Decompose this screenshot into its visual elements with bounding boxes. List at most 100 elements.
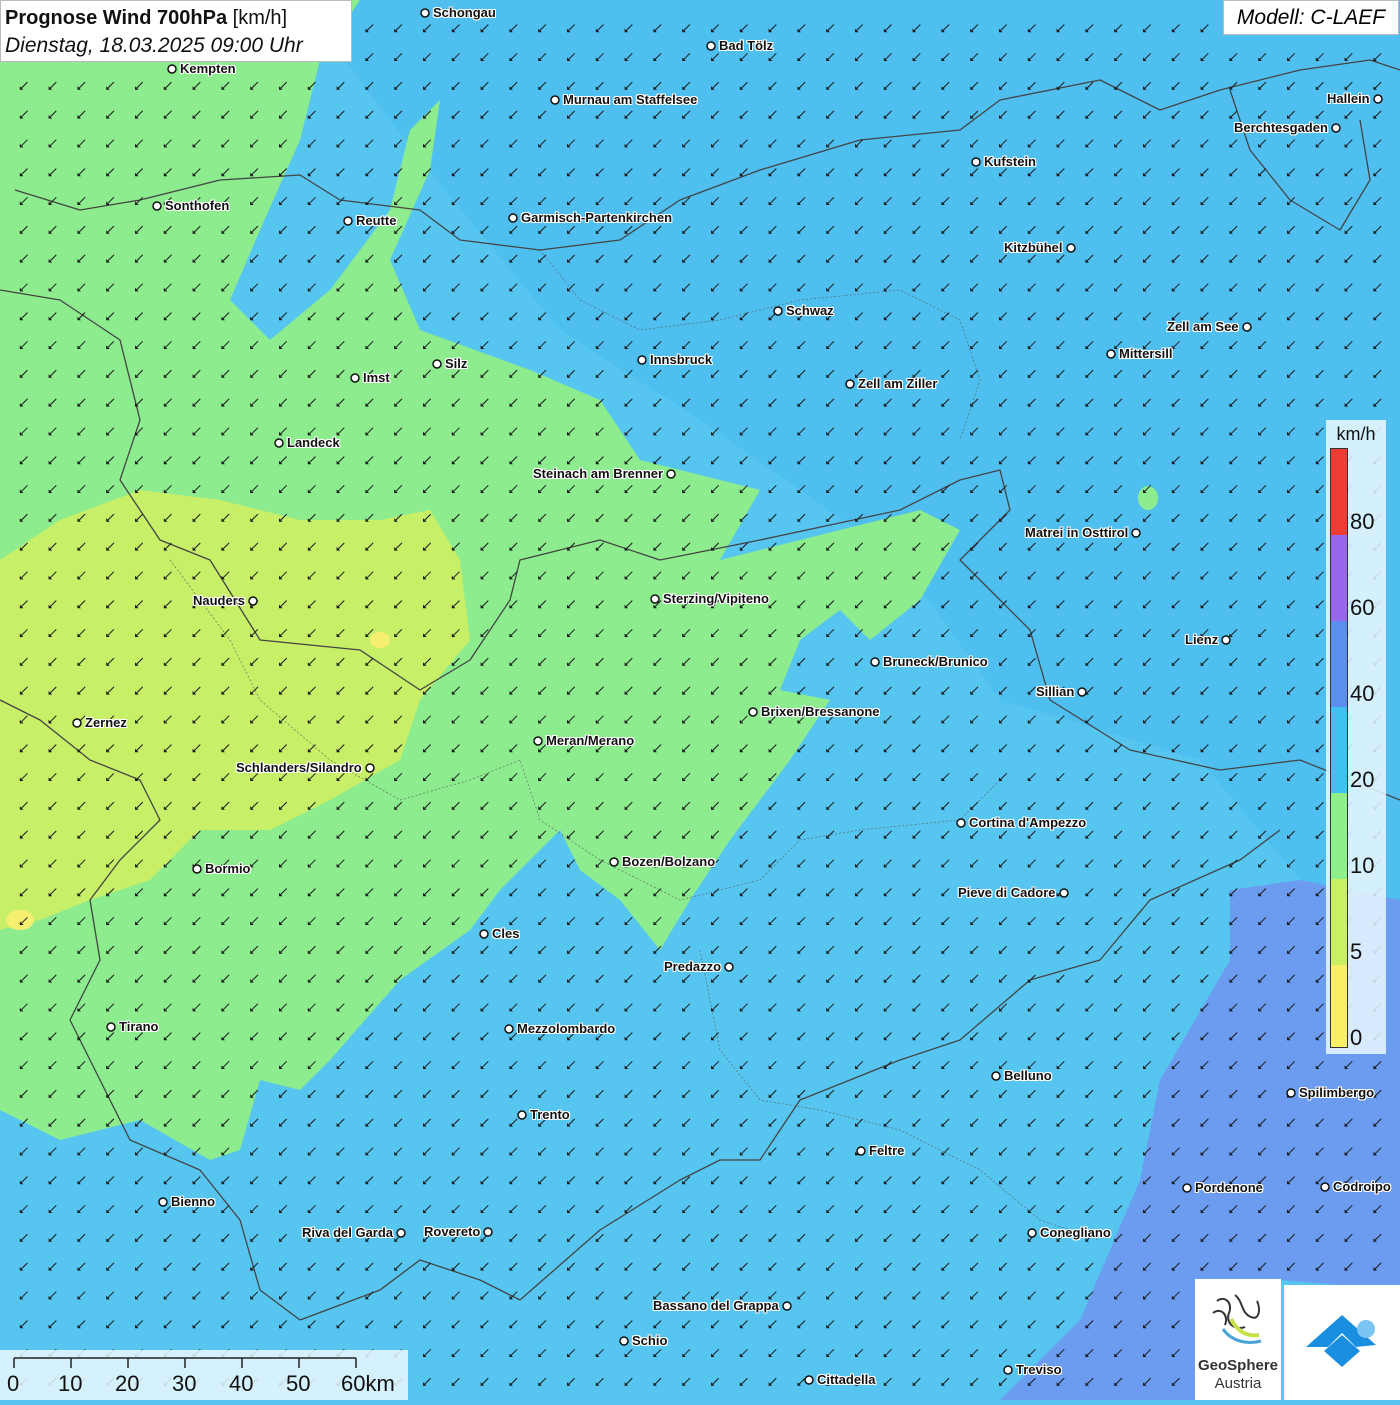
city-label: Bassano del Grappa: [653, 1298, 779, 1313]
city-dot: [432, 359, 442, 369]
legend-segment: [1331, 449, 1347, 535]
city-label: Rovereto: [424, 1224, 481, 1239]
city-dot: [508, 213, 518, 223]
city-label: Bad Tölz: [719, 38, 774, 53]
city-dot: [856, 1146, 866, 1156]
scale-bar: 0 10 20 30 40 50 60km: [0, 1350, 408, 1400]
city-label: Schwaz: [786, 303, 834, 318]
legend-tick: 60: [1350, 595, 1375, 620]
city-dot: [1182, 1183, 1192, 1193]
title-box: Prognose Wind 700hPa [km/h] Dienstag, 18…: [0, 0, 352, 62]
city-label: Matrei in Osttirol: [1025, 525, 1129, 540]
city-label: Belluno: [1004, 1068, 1052, 1083]
city-label: Silz: [445, 356, 468, 371]
city-dot: [396, 1228, 406, 1238]
city-dot: [1059, 888, 1069, 898]
city-dot: [650, 594, 660, 604]
scale-label: 50: [286, 1371, 311, 1396]
legend-segment: [1331, 707, 1347, 793]
city-label: Nauders: [193, 593, 246, 608]
legend-tick: 5: [1350, 939, 1363, 964]
geosphere-logo[interactable]: GeoSphere Austria: [1195, 1279, 1281, 1400]
city-label: Riva del Garda: [302, 1225, 394, 1240]
city-label: Lienz: [1185, 632, 1219, 647]
city-label: Schongau: [433, 5, 496, 20]
city-label: Bormio: [205, 861, 251, 876]
city-dot: [192, 864, 202, 874]
city-label: Zell am Ziller: [858, 376, 938, 391]
city-dot: [248, 596, 258, 606]
city-dot: [420, 8, 430, 18]
city-dot: [1373, 94, 1383, 104]
city-label: Garmisch-Partenkirchen: [521, 210, 673, 225]
city-label: Kufstein: [984, 154, 1036, 169]
city-label: Pieve di Cadore: [958, 885, 1056, 900]
city-dot: [167, 64, 177, 74]
city-dot: [72, 718, 82, 728]
city-label: Tirano: [119, 1019, 159, 1034]
city-dot: [845, 379, 855, 389]
city-dot: [152, 201, 162, 211]
city-label: Landeck: [287, 435, 340, 450]
model-label: Modell: C-LAEF: [1223, 0, 1399, 35]
geosphere-name: GeoSphere: [1197, 1357, 1279, 1374]
scale-label: 60km: [341, 1371, 395, 1396]
legend-segment: [1331, 879, 1347, 965]
city-dot: [274, 438, 284, 448]
city-dot: [1131, 528, 1141, 538]
city-dot: [1331, 123, 1341, 133]
city-label: Pordenone: [1195, 1180, 1263, 1195]
legend-bar: [1330, 448, 1348, 1048]
scale-label: 30: [172, 1371, 197, 1396]
city-label: Innsbruck: [650, 352, 713, 367]
city-label: Bruneck/Brunico: [883, 654, 988, 669]
city-dot: [550, 95, 560, 105]
color-legend: km/h 80 60 40 20 10 5 0: [1326, 420, 1386, 1054]
city-label: Murnau am Staffelsee: [563, 92, 698, 107]
city-dot: [1003, 1365, 1013, 1375]
scale-label: 20: [115, 1371, 140, 1396]
city-label: Conegliano: [1040, 1225, 1111, 1240]
city-dot: [782, 1301, 792, 1311]
legend-segment: [1331, 621, 1347, 707]
city-label: Imst: [363, 370, 390, 385]
scale-label: 40: [229, 1371, 254, 1396]
city-label: Trento: [530, 1107, 570, 1122]
city-label: Codroipo: [1333, 1179, 1391, 1194]
city-dot: [365, 763, 375, 773]
city-label: Mezzolombardo: [517, 1021, 616, 1036]
city-dot: [1320, 1182, 1330, 1192]
legend-segment: [1331, 535, 1347, 621]
legend-tick: 20: [1350, 767, 1375, 792]
city-dot: [1242, 322, 1252, 332]
city-dot: [773, 306, 783, 316]
city-dot: [1077, 687, 1087, 697]
forecast-datetime: Dienstag, 18.03.2025 09:00 Uhr: [5, 34, 303, 57]
wind-zone-0-5: [6, 910, 34, 930]
city-dot: [666, 469, 676, 479]
city-dot: [1286, 1088, 1296, 1098]
city-label: Cles: [492, 926, 520, 941]
city-dot: [619, 1336, 629, 1346]
city-dot: [748, 707, 758, 717]
city-dot: [706, 41, 716, 51]
city-dot: [343, 216, 353, 226]
scale-label: 0: [7, 1371, 20, 1396]
city-label: Zell am See: [1167, 319, 1239, 334]
city-dot: [804, 1375, 814, 1385]
city-dot: [637, 355, 647, 365]
city-label: Mittersill: [1119, 346, 1173, 361]
city-dot: [1066, 243, 1076, 253]
city-label: Kempten: [180, 61, 236, 76]
legend-tick: 10: [1350, 853, 1375, 878]
title-main: Prognose Wind 700hPa: [5, 7, 228, 29]
city-label: Reutte: [356, 213, 397, 228]
legend-tick: 0: [1350, 1025, 1363, 1050]
city-dot: [533, 736, 543, 746]
city-label: Meran/Merano: [546, 733, 635, 748]
city-dot: [870, 657, 880, 667]
partner-logo[interactable]: [1284, 1285, 1400, 1400]
mountain-logo-icon: [1306, 1315, 1376, 1367]
city-label: Spilimbergo: [1299, 1085, 1375, 1100]
wind-zone-10-20: [1138, 486, 1158, 510]
